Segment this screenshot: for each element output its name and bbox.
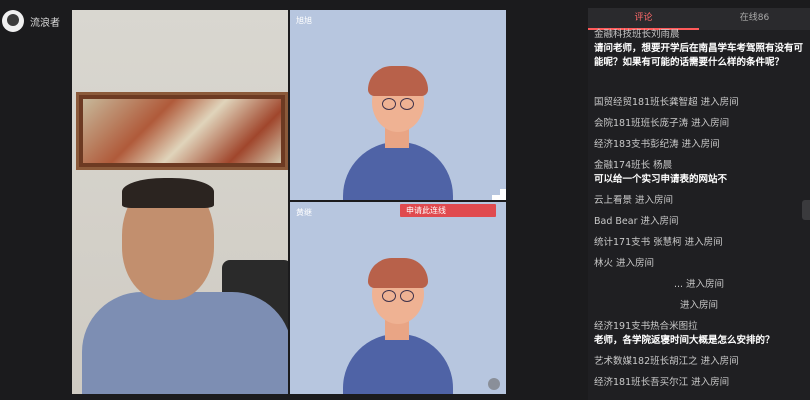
glasses-icon bbox=[378, 98, 418, 110]
message-sender: 金融科技班长刘雨晨 bbox=[594, 29, 680, 40]
apply-connect-button[interactable]: 申请此连线 bbox=[400, 204, 496, 217]
participant-tile-2[interactable]: 黄继 bbox=[290, 202, 506, 394]
participant-name: 黄继 bbox=[296, 208, 312, 217]
message-sender: 云上看景 进入房间 bbox=[594, 195, 674, 206]
message-text: 可以给一个实习申请表的网站不 bbox=[594, 174, 728, 185]
list-item: Bad Bear 进入房间 bbox=[594, 215, 804, 229]
list-item: 进入房间 bbox=[594, 299, 804, 313]
list-item: 经济191支书热合米图拉 老师，各学院返寝时间大概是怎么安排的？ bbox=[594, 320, 804, 348]
list-item: 艺术数媒182班长胡江之 进入房间 bbox=[594, 355, 804, 369]
message-text: 老师，各学院返寝时间大概是怎么安排的？ bbox=[594, 335, 775, 346]
avatar-figure-body bbox=[343, 142, 453, 200]
message-sender: 艺术数媒182班长胡江之 进入房间 bbox=[594, 356, 739, 367]
tab-comments[interactable]: 评论 bbox=[588, 8, 699, 30]
message-sender: 经济191支书热合米图拉 bbox=[594, 321, 698, 332]
message-sender: 金融174班长 杨晨 bbox=[594, 160, 673, 171]
list-item: 会院181班班长庞子涛 进入房间 bbox=[594, 117, 804, 131]
chat-tabs: 评论 在线86 bbox=[588, 8, 810, 30]
speaker-hair bbox=[122, 178, 214, 208]
list-item: ... 进入房间 bbox=[594, 278, 804, 292]
chat-panel: 评论 在线86 金融科技班长刘雨晨 请问老师，想要开学后在南昌学车考驾照有没有可… bbox=[588, 8, 810, 400]
list-item: 统计171支书 张慧柯 进入房间 bbox=[594, 236, 804, 250]
wall-painting bbox=[76, 92, 288, 170]
message-sender: 统计171支书 张慧柯 进入房间 bbox=[594, 237, 723, 248]
message-sender: Bad Bear 进入房间 bbox=[594, 216, 679, 227]
avatar-figure-hair bbox=[368, 258, 428, 288]
message-sender: 会院181班班长庞子涛 进入房间 bbox=[594, 118, 730, 129]
main-video[interactable] bbox=[72, 10, 288, 394]
message-sender: 国贸经贸181班长龚智超 进入房间 bbox=[594, 97, 739, 108]
list-item: 金融科技班长刘雨晨 请问老师，想要开学后在南昌学车考驾照有没有可能呢？如果有可能… bbox=[594, 28, 804, 70]
avatar-figure-body bbox=[343, 334, 453, 394]
message-text: 请问老师，想要开学后在南昌学车考驾照有没有可能呢？如果有可能的话需要什么样的条件… bbox=[594, 43, 804, 68]
list-item: 金融174班长 杨晨 可以给一个实习申请表的网站不 bbox=[594, 159, 804, 187]
mic-icon[interactable] bbox=[488, 378, 500, 390]
list-item: 经济181班长吾买尔江 进入房间 bbox=[594, 376, 804, 390]
message-sender: 经济181班长吾买尔江 进入房间 bbox=[594, 377, 730, 388]
message-sender: 林火 进入房间 bbox=[594, 258, 655, 269]
tab-online[interactable]: 在线86 bbox=[699, 8, 810, 30]
participant-name: 旭旭 bbox=[296, 16, 312, 25]
participant-tile-1[interactable]: 旭旭 bbox=[290, 10, 506, 200]
list-item: 林火 进入房间 bbox=[594, 257, 804, 271]
avatar-figure-hair bbox=[368, 66, 428, 96]
message-sender: 进入房间 bbox=[679, 300, 718, 311]
scrollbar[interactable] bbox=[802, 200, 810, 220]
message-sender: 经济183支书彭纪涛 进入房间 bbox=[594, 139, 720, 150]
expand-icon[interactable] bbox=[484, 186, 506, 200]
speaker-body bbox=[82, 292, 288, 394]
avatar[interactable] bbox=[2, 10, 24, 32]
list-item: 国贸经贸181班长龚智超 进入房间 bbox=[594, 96, 804, 110]
username: 流浪者 bbox=[30, 17, 60, 29]
list-item: 云上看景 进入房间 bbox=[594, 194, 804, 208]
glasses-icon bbox=[378, 290, 418, 302]
message-sender: ... 进入房间 bbox=[673, 279, 725, 290]
list-item: 经济183支书彭纪涛 进入房间 bbox=[594, 138, 804, 152]
